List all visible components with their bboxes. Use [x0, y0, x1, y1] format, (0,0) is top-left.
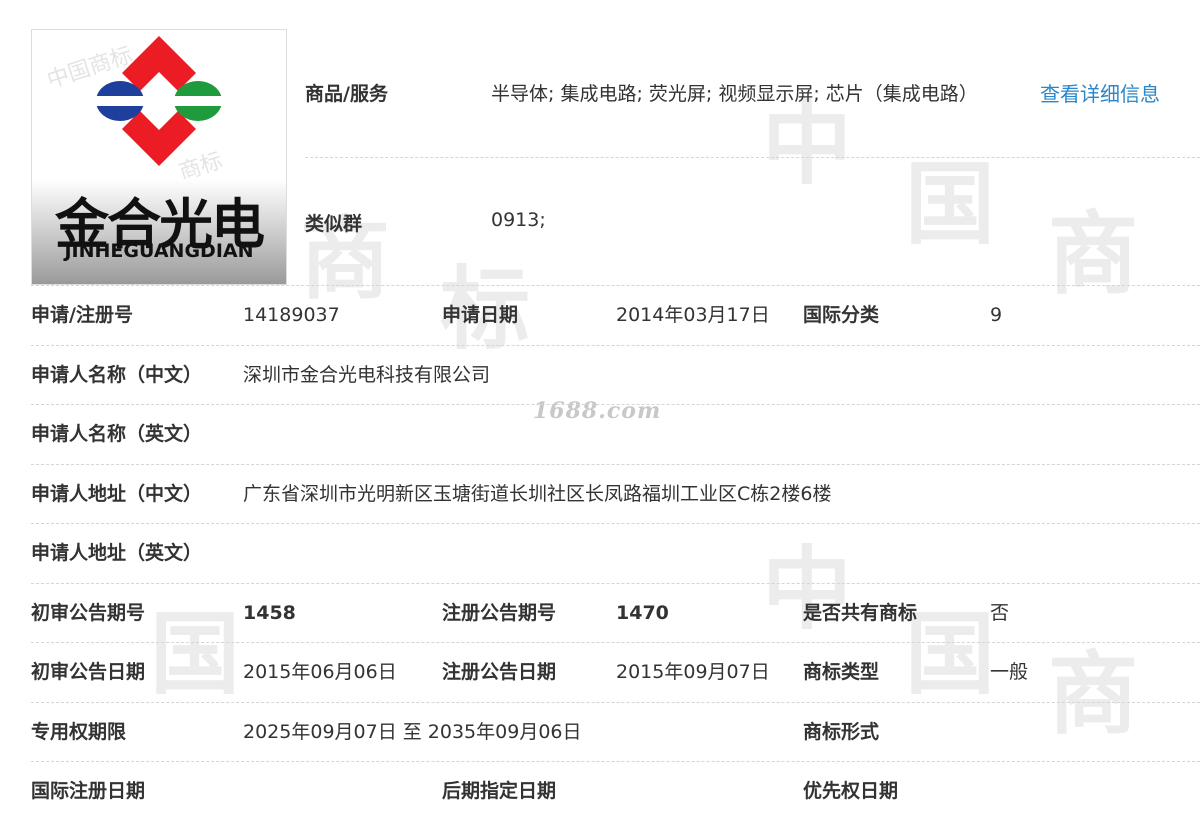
info-row-publication-numbers: 初审公告期号 1458 注册公告期号 1470 是否共有商标 否 [31, 583, 1200, 643]
international-class-value: 9 [990, 304, 1003, 326]
applicant-name-cn-label: 申请人名称（中文） [31, 364, 203, 386]
trademark-logo: 中国商标 商标 金合光电 JINHEGUANGDIAN [31, 29, 287, 285]
info-row-applicant-address-cn: 申请人地址（中文） 广东省深圳市光明新区玉塘街道长圳社区长凤路福圳工业区C栋2楼… [31, 464, 1200, 524]
applicant-address-cn-value: 广东省深圳市光明新区玉塘街道长圳社区长凤路福圳工业区C栋2楼6楼 [243, 483, 832, 505]
info-row-applicant-address-en: 申请人地址（英文） [31, 523, 1200, 583]
exclusive-right-period-value: 2025年09月07日 至 2035年09月06日 [243, 721, 582, 743]
applicant-address-cn-label: 申请人地址（中文） [31, 483, 203, 505]
application-date-value: 2014年03月17日 [616, 304, 770, 326]
goods-services-value: 半导体; 集成电路; 荧光屏; 视频显示屏; 芯片（集成电路） [491, 83, 978, 105]
international-class-label: 国际分类 [803, 304, 880, 326]
similar-group-value: 0913; [491, 209, 546, 231]
prelim-publication-number-value: 1458 [243, 602, 296, 624]
trademark-type-value: 一般 [990, 661, 1029, 683]
logo-brand-english: JINHEGUANGDIAN [64, 240, 254, 262]
info-row-applicant-name-en: 申请人名称（英文） [31, 404, 1200, 464]
info-row-exclusive-right-period: 专用权期限 2025年09月07日 至 2035年09月06日 商标形式 [31, 702, 1200, 762]
prelim-publication-date-label: 初审公告日期 [31, 661, 146, 683]
application-number-value: 14189037 [243, 304, 340, 326]
applicant-address-en-label: 申请人地址（英文） [31, 542, 203, 564]
exclusive-right-period-label: 专用权期限 [31, 721, 127, 743]
svg-text:商标: 商标 [176, 148, 226, 180]
info-row-international-dates: 国际注册日期 后期指定日期 优先权日期 [31, 761, 1200, 820]
registration-publication-number-value: 1470 [616, 602, 669, 624]
trademark-form-label: 商标形式 [803, 721, 880, 743]
priority-date-label: 优先权日期 [803, 780, 899, 802]
similar-group-label: 类似群 [305, 213, 363, 235]
international-registration-date-label: 国际注册日期 [31, 780, 146, 802]
trademark-detail-page: 中 国 商 标 商 中 国 商 国 1688.com 中国商标 商标 金合光电 … [0, 0, 1200, 820]
view-details-link[interactable]: 查看详细信息 [1040, 78, 1160, 107]
subsequent-designation-date-label: 后期指定日期 [442, 780, 557, 802]
registration-publication-number-label: 注册公告期号 [442, 602, 557, 624]
co-owned-label: 是否共有商标 [803, 602, 918, 624]
applicant-name-cn-value: 深圳市金合光电科技有限公司 [243, 364, 491, 386]
application-number-label: 申请/注册号 [31, 304, 133, 326]
goods-services-row: 商品/服务 半导体; 集成电路; 荧光屏; 视频显示屏; 芯片（集成电路） 查看… [305, 29, 1200, 158]
prelim-publication-date-value: 2015年06月06日 [243, 661, 397, 683]
trademark-type-label: 商标类型 [803, 661, 880, 683]
application-date-label: 申请日期 [442, 304, 519, 326]
prelim-publication-number-label: 初审公告期号 [31, 602, 146, 624]
goods-services-label: 商品/服务 [305, 83, 388, 105]
info-row-application-number: 申请/注册号 14189037 申请日期 2014年03月17日 国际分类 9 [31, 285, 1200, 345]
logo-emblem-icon: 中国商标 商标 [44, 36, 226, 180]
co-owned-value: 否 [990, 602, 1010, 624]
registration-publication-date-label: 注册公告日期 [442, 661, 557, 683]
similar-group-row: 类似群 0913; [305, 157, 1200, 285]
info-row-publication-dates: 初审公告日期 2015年06月06日 注册公告日期 2015年09月07日 商标… [31, 642, 1200, 702]
applicant-name-en-label: 申请人名称（英文） [31, 423, 203, 445]
info-row-applicant-name-cn: 申请人名称（中文） 深圳市金合光电科技有限公司 [31, 345, 1200, 405]
registration-publication-date-value: 2015年09月07日 [616, 661, 770, 683]
